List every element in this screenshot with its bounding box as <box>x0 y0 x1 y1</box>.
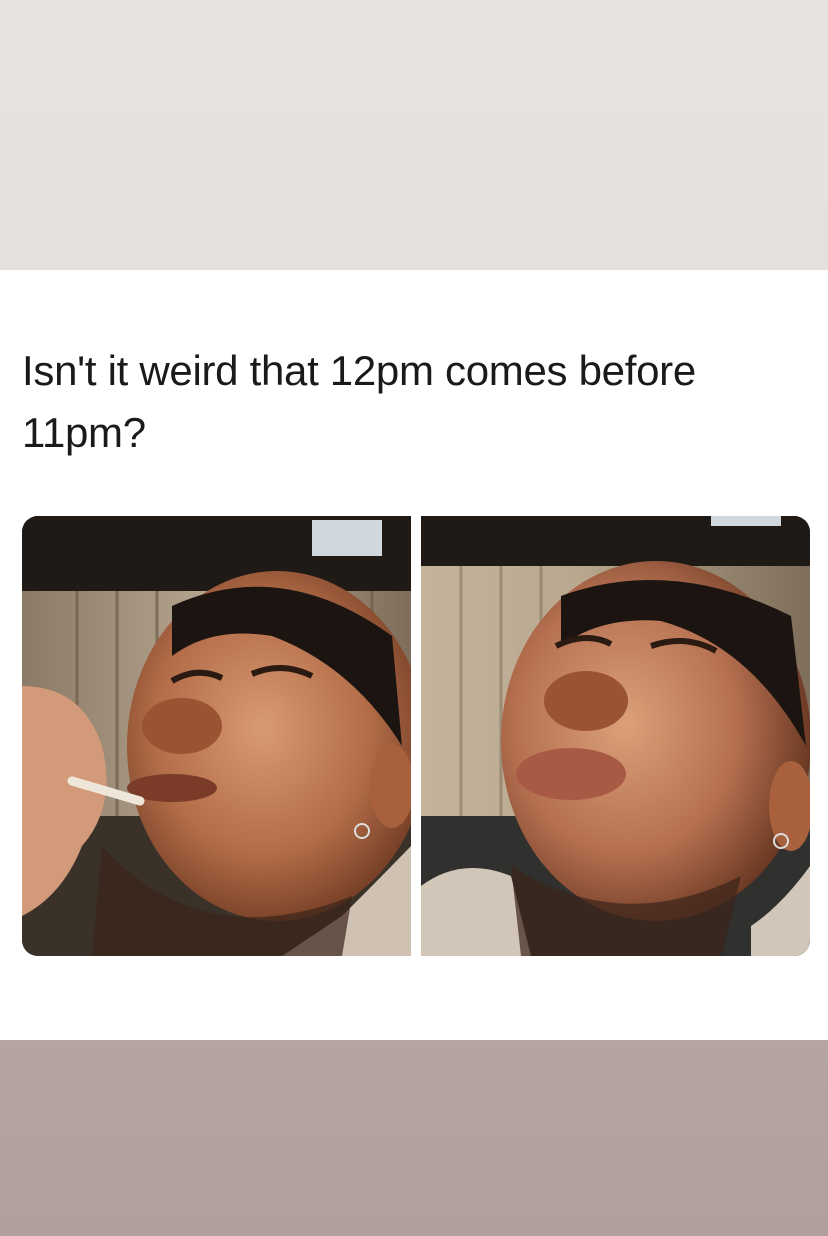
panel-left-photo <box>22 516 411 956</box>
meme-image-panels <box>22 516 810 956</box>
story-top-background <box>0 0 828 270</box>
man-smoking-photo-icon <box>22 516 411 956</box>
man-looking-up-photo-icon <box>421 516 810 956</box>
story-bottom-background <box>0 1040 828 1236</box>
meme-post-card: Isn't it weird that 12pm comes before 11… <box>0 270 828 1040</box>
meme-caption: Isn't it weird that 12pm comes before 11… <box>22 347 696 456</box>
panel-right-photo <box>421 516 810 956</box>
